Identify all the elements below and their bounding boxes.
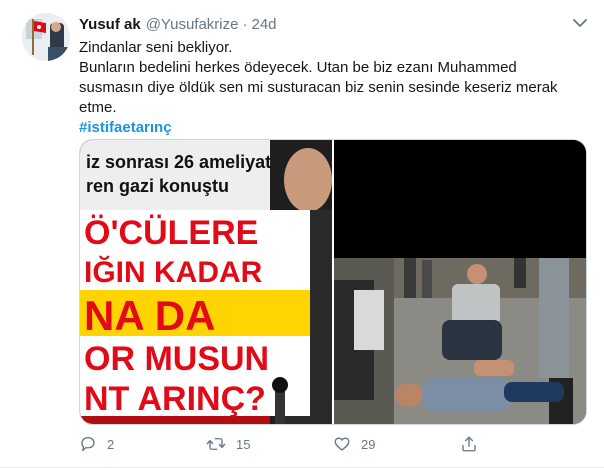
timestamp[interactable]: 24d [251,16,276,33]
headline-line-2: ren gazi konuştu [86,176,229,196]
headline-big-1: Ö'CÜLERE [84,214,258,252]
street-photo [334,140,586,424]
reply-icon [81,436,95,452]
author-handle[interactable]: @Yusufakrize [146,16,239,33]
headline-big-4: OR MUSUN [84,340,269,378]
author-name[interactable]: Yusuf ak [79,16,141,33]
hashtag-link[interactable]: #istifaetarınç [79,118,589,138]
retweet-icon [206,438,226,450]
reply-button[interactable]: 2 [79,435,206,453]
tweet-actions: 2 15 29 [79,433,589,455]
tweet-card[interactable]: Yusuf ak @Yusufakrize · 24d Zindanlar se… [0,0,604,468]
separator-dot: · [242,15,248,33]
heart-icon [334,437,350,451]
retweet-button[interactable]: 15 [206,435,333,453]
chevron-down-icon[interactable] [570,13,590,33]
headline-big-2: IĞIN KADAR [84,255,263,289]
share-button[interactable] [460,435,587,453]
like-button[interactable]: 29 [333,435,460,453]
media-image-right[interactable] [334,140,586,424]
reply-count: 2 [107,436,115,452]
avatar-image [22,13,70,61]
avatar[interactable] [22,13,70,61]
tweet-text: Zindanlar seni bekliyor. Bunların bedeli… [79,38,589,138]
like-count: 29 [361,436,376,452]
tweet-text-line: susmasın diye öldük sen mi susturacan bi… [79,79,558,96]
media-grid: iz sonrası 26 ameliyat ren gazi konuştu … [79,139,587,425]
tweet-header: Yusuf ak @Yusufakrize · 24d [79,15,277,33]
retweet-count: 15 [236,436,251,452]
media-image-left[interactable]: iz sonrası 26 ameliyat ren gazi konuştu … [80,140,332,424]
headline-line-1: iz sonrası 26 ameliyat [86,152,271,172]
headline-big-3: NA DA [84,292,215,339]
headline-big-5: NT ARINÇ? [84,380,266,418]
tweet-text-line: Bunların bedelini herkes ödeyecek. Utan … [79,59,517,76]
tweet-text-line: etme. [79,99,117,116]
tweet-text-line: Zindanlar seni bekliyor. [79,39,233,56]
share-icon [462,436,476,452]
news-graphic: iz sonrası 26 ameliyat ren gazi konuştu … [80,140,332,424]
